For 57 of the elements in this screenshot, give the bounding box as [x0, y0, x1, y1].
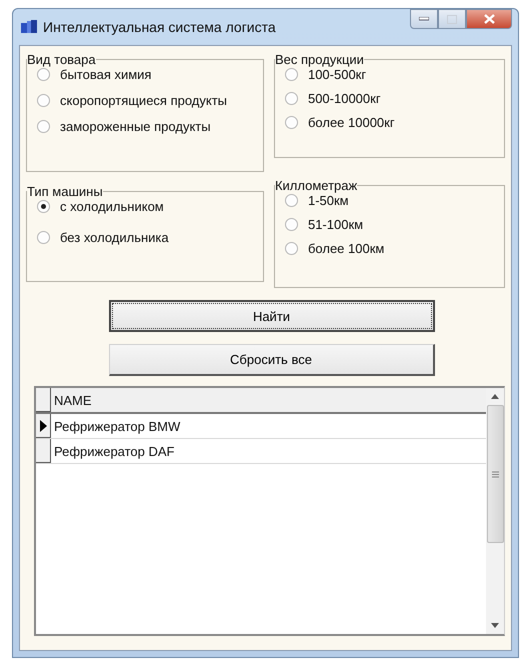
window-title: Интеллектуальная система логиста — [43, 19, 276, 35]
vertical-scrollbar[interactable] — [486, 388, 504, 634]
option-label: более 10000кг — [308, 115, 395, 130]
row-header[interactable] — [36, 439, 51, 463]
radio-button[interactable] — [284, 218, 298, 231]
maximize-button[interactable] — [438, 9, 466, 29]
option-label: 100-500кг — [308, 67, 366, 82]
radio-button[interactable] — [37, 120, 50, 133]
radio-option[interactable]: 1-50км — [284, 193, 498, 208]
radio-button[interactable] — [37, 94, 50, 107]
group-title: Тип машины — [27, 184, 103, 199]
maximize-icon — [447, 14, 457, 24]
radio-button[interactable] — [284, 242, 298, 255]
scroll-thumb[interactable] — [486, 405, 504, 543]
minimize-button[interactable] — [410, 9, 438, 29]
scroll-up-icon — [491, 394, 499, 399]
radio-option[interactable]: 100-500кг — [284, 67, 498, 82]
group-title: Вид товара — [27, 52, 96, 67]
radio-button[interactable] — [284, 194, 298, 207]
option-label: с холодильником — [60, 199, 164, 214]
action-button[interactable]: Найти — [108, 300, 434, 332]
option-label: 1-50км — [308, 193, 349, 208]
grip-icon — [492, 470, 498, 478]
option-label: 500-10000кг — [308, 91, 381, 106]
radio-option[interactable]: замороженные продукты — [37, 119, 257, 134]
radio-option[interactable]: бытовая химия — [37, 67, 257, 82]
option-label: бытовая химия — [60, 67, 152, 82]
option-label: 51-100км — [308, 217, 364, 232]
option-label: без холодильника — [60, 230, 169, 245]
table-cell-text: Рефрижератор DAF — [53, 442, 176, 461]
radio-option[interactable]: более 100км — [284, 241, 498, 256]
radio-button[interactable] — [37, 200, 50, 213]
radio-option[interactable]: 500-10000кг — [284, 91, 498, 106]
row-header[interactable] — [36, 414, 51, 438]
option-label: скоропортящиеся продукты — [60, 93, 228, 108]
minimize-icon — [419, 17, 429, 21]
radio-button[interactable] — [37, 68, 50, 81]
group-title: Вес продукции — [274, 52, 364, 67]
group-title: Киллометраж — [274, 178, 358, 193]
option-label: более 100км — [308, 241, 384, 256]
radio-button[interactable] — [284, 68, 298, 81]
radio-button[interactable] — [284, 116, 298, 129]
app-icon — [21, 20, 37, 34]
radio-option[interactable]: без холодильника — [37, 230, 257, 245]
radio-option[interactable]: более 10000кг — [284, 115, 498, 130]
option-label: замороженные продукты — [60, 119, 211, 134]
close-icon — [484, 14, 494, 24]
radio-option[interactable]: скоропортящиеся продукты — [37, 93, 257, 108]
radio-button[interactable] — [37, 231, 50, 244]
action-button[interactable]: Сбросить все — [108, 344, 434, 376]
close-button[interactable] — [466, 9, 512, 29]
radio-button[interactable] — [284, 92, 298, 105]
radio-option[interactable]: с холодильником — [37, 199, 257, 214]
radio-option[interactable]: 51-100км — [284, 217, 498, 232]
current-row-icon — [40, 420, 46, 432]
table-cell-text: Рефрижератор BMW — [53, 418, 182, 436]
scroll-down-icon — [491, 623, 499, 628]
